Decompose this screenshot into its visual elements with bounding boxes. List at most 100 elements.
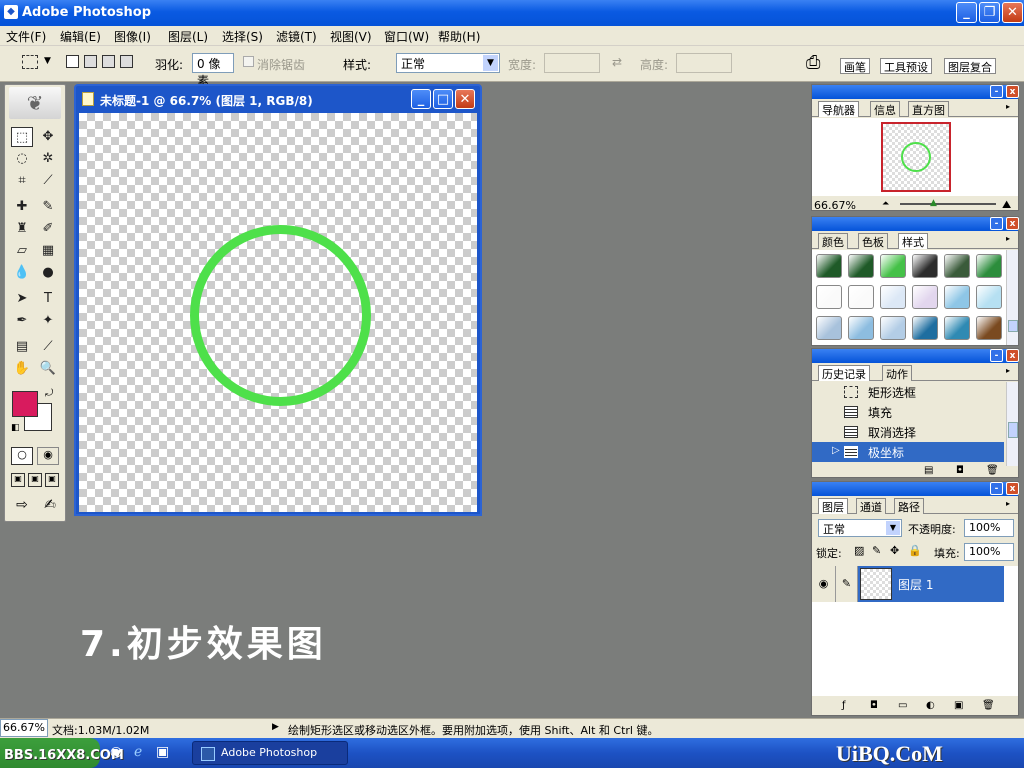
navigator-thumbnail[interactable]	[881, 122, 951, 192]
well-tab-tool-presets[interactable]: 工具预设	[880, 58, 932, 74]
style-swatch[interactable]	[880, 285, 906, 309]
tab-layers[interactable]: 图层	[818, 498, 848, 514]
lock-move-icon[interactable]: ✥	[890, 544, 899, 557]
default-colors-icon[interactable]: ◧	[11, 423, 20, 433]
eyedropper-icon[interactable]: ⟋	[37, 337, 59, 357]
panel-close-button[interactable]: x	[1006, 349, 1019, 362]
trash-icon[interactable]: 🗑	[986, 465, 999, 476]
tab-color[interactable]: 颜色	[818, 233, 848, 249]
history-item[interactable]: 填充	[812, 402, 1004, 422]
style-swatch[interactable]	[976, 285, 1002, 309]
panel-minimize-button[interactable]: -	[990, 85, 1003, 98]
internet-explorer-icon[interactable]: ℯ	[134, 744, 142, 760]
document-minimize-button[interactable]: _	[411, 89, 431, 109]
lasso-tool-icon[interactable]: ◌	[11, 149, 33, 169]
marquee-tool-icon[interactable]: ⬚	[11, 127, 33, 147]
menu-help[interactable]: 帮助(H)	[438, 28, 480, 45]
style-swatch[interactable]	[944, 316, 970, 340]
status-zoom-input[interactable]: 66.67%	[0, 719, 48, 737]
tab-history[interactable]: 历史记录	[818, 365, 870, 381]
chevron-down-icon[interactable]: ▼	[44, 56, 51, 66]
intersect-selection-icon[interactable]	[120, 55, 133, 68]
tab-swatches[interactable]: 色板	[858, 233, 888, 249]
tab-styles[interactable]: 样式	[898, 233, 928, 249]
menu-view[interactable]: 视图(V)	[330, 28, 372, 45]
menu-edit[interactable]: 编辑(E)	[60, 28, 101, 45]
width-input[interactable]	[544, 53, 600, 73]
style-swatch[interactable]	[848, 254, 874, 278]
hand-tool-icon[interactable]: ✋	[11, 359, 33, 379]
pen-tool-icon[interactable]: ✒	[11, 311, 33, 331]
lock-paint-icon[interactable]: ✎	[872, 544, 881, 557]
menu-file[interactable]: 文件(F)	[6, 28, 46, 45]
close-button[interactable]: ✕	[1002, 2, 1023, 23]
document-close-button[interactable]: ✕	[455, 89, 475, 109]
panel-minimize-button[interactable]: -	[990, 349, 1003, 362]
style-select[interactable]: 正常 ▼	[396, 53, 500, 73]
screen-mode-full-menu-icon[interactable]: ▣	[28, 473, 42, 487]
tab-paths[interactable]: 路径	[894, 498, 924, 514]
panel-menu-icon[interactable]: ▸	[1006, 234, 1010, 243]
antialias-checkbox[interactable]	[243, 56, 254, 67]
desktop-icon[interactable]: ▣	[156, 744, 169, 760]
path-selection-icon[interactable]: ➤	[11, 289, 33, 309]
tab-channels[interactable]: 通道	[856, 498, 886, 514]
delete-layer-icon[interactable]: 🗑	[982, 700, 995, 711]
panel-minimize-button[interactable]: -	[990, 217, 1003, 230]
style-swatch[interactable]	[912, 316, 938, 340]
style-swatch[interactable]	[816, 285, 842, 309]
crop-tool-icon[interactable]: ⌗	[11, 171, 33, 191]
chevron-down-icon[interactable]: ▼	[483, 55, 498, 71]
snapshot-icon[interactable]: ◘	[956, 465, 964, 476]
zoom-slider[interactable]	[900, 203, 996, 205]
foreground-color-swatch-top[interactable]	[12, 391, 38, 417]
menu-window[interactable]: 窗口(W)	[384, 28, 429, 45]
navigator-zoom[interactable]: 66.67%	[814, 199, 856, 212]
add-selection-icon[interactable]	[84, 55, 97, 68]
subtract-selection-icon[interactable]	[102, 55, 115, 68]
type-tool-icon[interactable]: T	[37, 289, 59, 309]
panel-menu-icon[interactable]: ▸	[1006, 102, 1010, 111]
screen-mode-full-icon[interactable]: ▣	[45, 473, 59, 487]
fill-input[interactable]: 100%	[964, 543, 1014, 561]
tab-info[interactable]: 信息	[870, 101, 900, 117]
palette-well-icon[interactable]: ⎙	[806, 52, 820, 73]
slice-tool-icon[interactable]: ⟋	[37, 171, 59, 191]
panel-menu-icon[interactable]: ▸	[1006, 366, 1010, 375]
height-input[interactable]	[676, 53, 732, 73]
style-swatch[interactable]	[848, 285, 874, 309]
zoom-out-icon[interactable]: ⏶	[882, 199, 889, 209]
new-document-from-state-icon[interactable]: ▤	[924, 465, 933, 476]
scrollbar-thumb[interactable]	[1008, 320, 1018, 332]
new-group-icon[interactable]: ▭	[898, 700, 907, 711]
canvas[interactable]	[79, 113, 477, 512]
tab-navigator[interactable]: 导航器	[818, 101, 859, 117]
style-swatch[interactable]	[976, 316, 1002, 340]
imageready-icon[interactable]: ✍	[39, 497, 61, 515]
layer-name[interactable]: 图层 1	[898, 576, 933, 593]
history-brush-icon[interactable]: ✐	[37, 219, 59, 239]
style-swatch[interactable]	[848, 316, 874, 340]
layer-mask-icon[interactable]: ◘	[870, 700, 878, 711]
eraser-tool-icon[interactable]: ▱	[11, 241, 33, 261]
layer-style-icon[interactable]: ƒ	[842, 700, 846, 711]
layer-visibility-eye-icon[interactable]: ◉	[812, 566, 836, 602]
layer-brush-icon[interactable]: ✎	[836, 566, 858, 602]
feather-logo-icon[interactable]: ❦	[9, 87, 61, 119]
brush-tool-icon[interactable]: ✎	[37, 197, 59, 217]
shape-tool-icon[interactable]: ✦	[37, 311, 59, 331]
menu-layer[interactable]: 图层(L)	[168, 28, 208, 45]
style-swatch[interactable]	[816, 254, 842, 278]
style-swatch[interactable]	[976, 254, 1002, 278]
history-scrollbar[interactable]	[1006, 382, 1018, 466]
zoom-tool-icon[interactable]: 🔍	[37, 359, 59, 379]
tab-actions[interactable]: 动作	[882, 365, 912, 381]
new-selection-icon[interactable]	[66, 55, 79, 68]
well-tab-layer-comps[interactable]: 图层复合	[944, 58, 996, 74]
panel-menu-icon[interactable]: ▸	[1006, 499, 1010, 508]
panel-close-button[interactable]: x	[1006, 482, 1019, 495]
tab-histogram[interactable]: 直方图	[908, 101, 949, 117]
lock-all-icon[interactable]: 🔒	[908, 544, 922, 557]
layer-row[interactable]: ◉ ✎ 图层 1	[812, 566, 1004, 602]
standard-mode-icon[interactable]: ○	[11, 447, 33, 465]
